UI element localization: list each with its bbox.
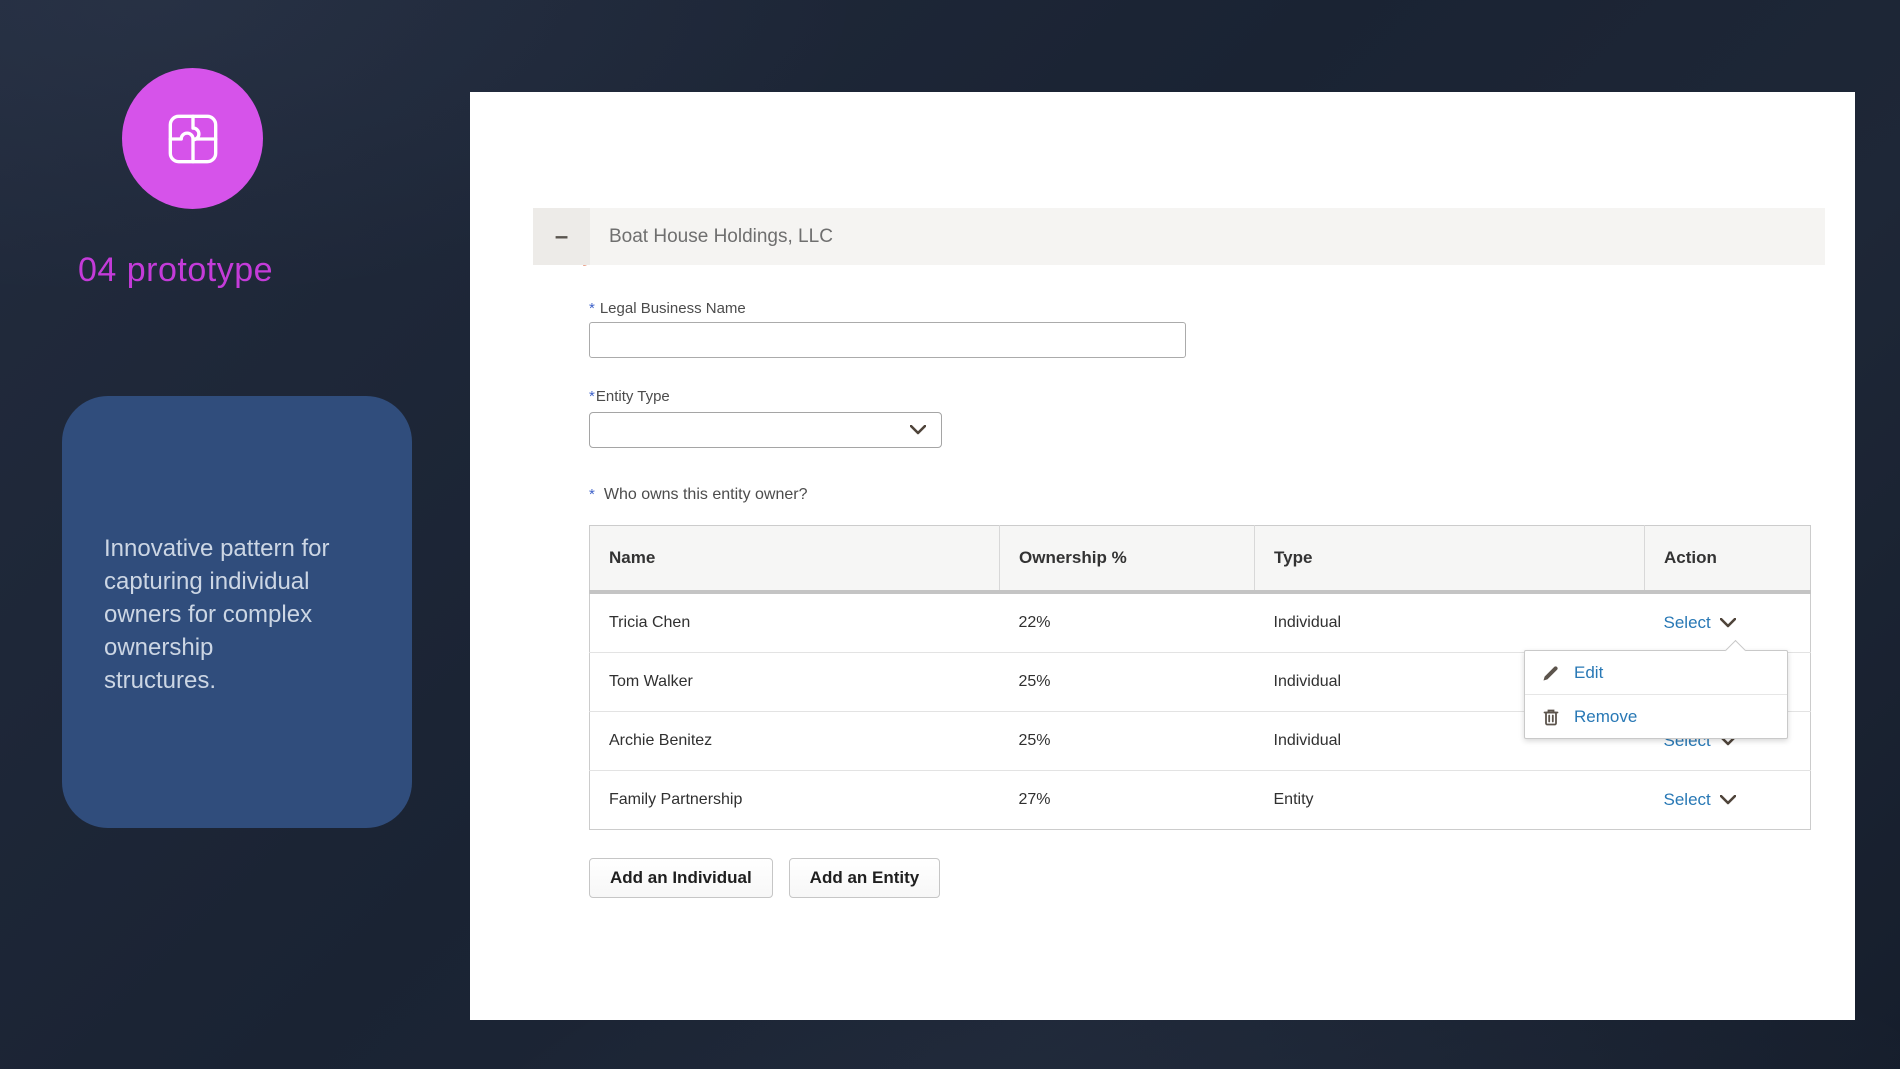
required-asterisk: *	[589, 300, 595, 317]
owner-ownership: 25%	[999, 711, 1255, 771]
menu-item-edit[interactable]: Edit	[1525, 651, 1787, 694]
chevron-down-icon	[910, 425, 926, 435]
column-header-ownership: Ownership %	[999, 525, 1255, 594]
trash-icon	[1543, 709, 1559, 725]
slide-background: 04 prototype Innovative pattern for capt…	[0, 0, 1900, 1069]
card-text-line: ownership	[104, 634, 214, 661]
ownership-question-label: * Who owns this entity owner?	[589, 486, 808, 503]
table-actions: Add an Individual Add an Entity	[589, 858, 941, 898]
card-text-line: owners for complex	[104, 601, 313, 628]
legal-business-name-label: * Legal Business Name	[589, 300, 746, 317]
add-entity-button[interactable]: Add an Entity	[788, 858, 941, 898]
entity-name: Boat House Holdings, LLC	[609, 225, 833, 247]
owner-name: Tricia Chen	[589, 592, 1000, 653]
card-text-line: capturing individual	[104, 568, 310, 595]
owner-type: Entity	[1254, 770, 1645, 830]
required-asterisk: *	[589, 388, 595, 405]
table-header-row: Name Ownership % Type Action	[589, 525, 1811, 594]
column-header-action: Action	[1644, 525, 1811, 594]
card-text-line: Innovative pattern for	[104, 535, 330, 562]
owner-ownership: 27%	[999, 770, 1255, 830]
add-individual-button[interactable]: Add an Individual	[589, 858, 773, 898]
row-action-select[interactable]: Select	[1664, 613, 1736, 633]
row-action-select[interactable]: Select	[1664, 790, 1736, 810]
column-header-name: Name	[589, 525, 1000, 594]
legal-business-name-input[interactable]	[589, 322, 1186, 358]
chevron-down-icon	[1719, 618, 1736, 628]
pencil-icon	[1543, 665, 1558, 680]
prototype-icon-circle	[122, 68, 263, 209]
form-panel: Entity - Owner / Guarantor – Boat House …	[470, 92, 1855, 1020]
entity-section-header: – Boat House Holdings, LLC	[533, 208, 1825, 265]
entity-type-select[interactable]	[589, 412, 942, 448]
card-text-line: structures.	[104, 667, 217, 694]
required-asterisk: *	[589, 486, 595, 503]
owner-ownership: 22%	[999, 592, 1255, 653]
table-row: Tricia Chen 22% Individual Select	[589, 592, 1811, 653]
owner-type: Individual	[1254, 592, 1645, 653]
owners-table-wrapper: Name Ownership % Type Action Tricia Chen…	[589, 525, 1811, 830]
menu-item-remove[interactable]: Remove	[1525, 694, 1787, 738]
entity-type-label: *Entity Type	[589, 388, 670, 405]
chevron-down-icon	[1719, 795, 1736, 805]
column-header-type: Type	[1254, 525, 1645, 594]
table-row: Family Partnership 27% Entity Select	[589, 770, 1811, 830]
owner-name: Archie Benitez	[589, 711, 1000, 771]
owner-name: Family Partnership	[589, 770, 1000, 830]
collapse-section-button[interactable]: –	[533, 208, 590, 265]
description-card: Innovative pattern for capturing individ…	[62, 396, 412, 828]
puzzle-icon	[168, 114, 217, 163]
row-action-menu: Edit Remove	[1524, 639, 1788, 739]
owner-name: Tom Walker	[589, 652, 1000, 712]
step-title: 04 prototype	[78, 251, 274, 289]
owner-ownership: 25%	[999, 652, 1255, 712]
